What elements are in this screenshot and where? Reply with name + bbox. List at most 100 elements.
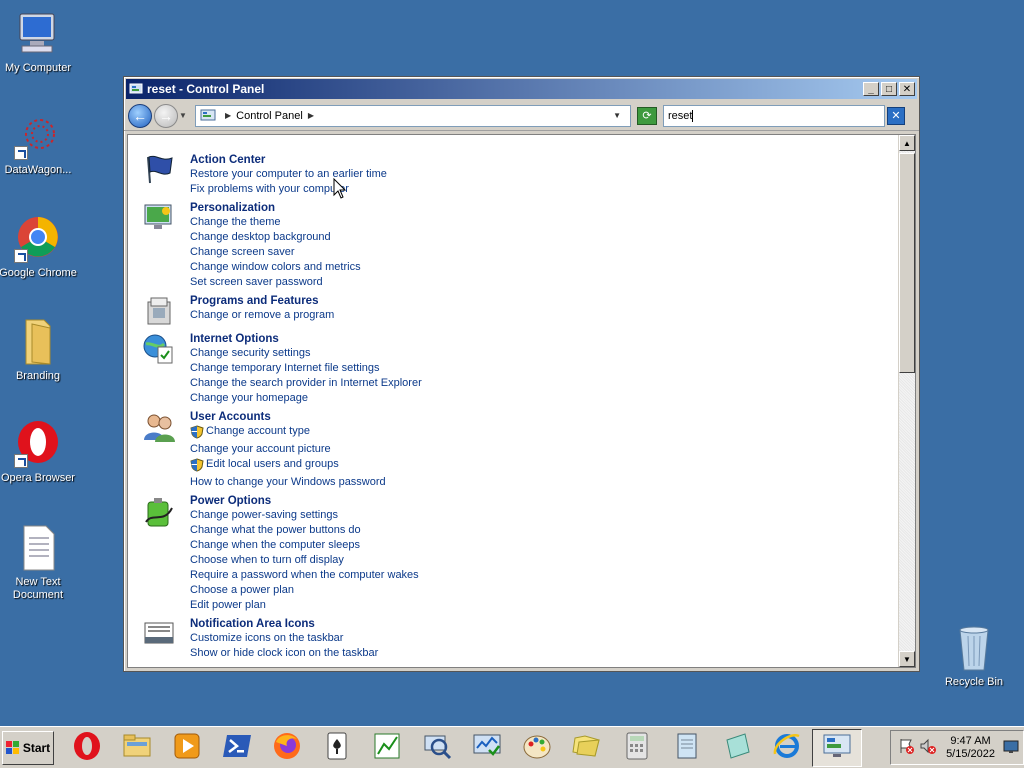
result-link[interactable]: Edit local users and groups	[190, 457, 898, 472]
taskbar-app-paint[interactable]	[512, 729, 562, 767]
taskbar-app-powershell[interactable]	[212, 729, 262, 767]
taskbar-icon[interactable]	[128, 617, 190, 661]
taskbar-app-folders[interactable]	[562, 729, 612, 767]
vertical-scrollbar[interactable]: ▲ ▼	[898, 135, 915, 667]
maximize-button[interactable]: □	[881, 82, 897, 96]
taskbar-app-task-monitor[interactable]	[462, 729, 512, 767]
clock[interactable]: 9:47 AM 5/15/2022	[946, 735, 995, 761]
result-link[interactable]: Choose a power plan	[190, 583, 898, 598]
volume-muted-icon[interactable]	[919, 737, 937, 758]
window-titlebar[interactable]: reset - Control Panel _ □ ✕	[126, 79, 917, 99]
desktop-icon-new-text-document[interactable]: New Text Document	[0, 524, 78, 602]
desktop-icon-datawagon[interactable]: DataWagon...	[0, 112, 78, 177]
result-group-title[interactable]: Internet Options	[190, 332, 898, 346]
control-panel-window[interactable]: reset - Control Panel _ □ ✕ ← → ▼ ▶ Cont…	[123, 76, 920, 672]
result-link[interactable]: Customize icons on the taskbar	[190, 631, 898, 646]
opera-icon	[71, 730, 103, 765]
result-link[interactable]: Change account type	[190, 424, 898, 439]
result-link[interactable]: Fix problems with your computer	[190, 182, 898, 197]
result-link[interactable]: Change security settings	[190, 346, 898, 361]
result-group-title[interactable]: User Accounts	[190, 410, 898, 424]
clear-search-button[interactable]: ✕	[887, 106, 905, 125]
action-center-flag-icon[interactable]	[897, 737, 915, 758]
desktop-icon-my-computer[interactable]: My Computer	[0, 10, 78, 75]
result-link[interactable]: Change screen saver	[190, 245, 898, 260]
scroll-up-button[interactable]: ▲	[899, 135, 915, 151]
chart-app-icon	[371, 730, 403, 765]
desktop-icon-opera-browser[interactable]: Opera Browser	[0, 420, 78, 485]
flag-icon[interactable]	[128, 153, 190, 197]
mouse-pointer-icon	[333, 178, 347, 199]
taskbar-app-media-player[interactable]	[162, 729, 212, 767]
taskbar-app-search-magnifier[interactable]	[412, 729, 462, 767]
show-desktop-icon[interactable]	[1003, 740, 1019, 757]
result-link[interactable]: Change power-saving settings	[190, 508, 898, 523]
result-link[interactable]: Edit power plan	[190, 598, 898, 613]
result-link[interactable]: Change the theme	[190, 215, 898, 230]
refresh-button[interactable]: ⟳	[637, 106, 657, 125]
desktop-icon-branding[interactable]: Branding	[0, 318, 78, 383]
users-icon[interactable]	[128, 410, 190, 490]
result-link[interactable]: Require a password when the computer wak…	[190, 568, 898, 583]
control-panel-icon	[821, 730, 853, 765]
result-group: Action Center Restore your computer to an…	[128, 153, 898, 197]
result-link-text: Change the search provider in Internet E…	[190, 377, 422, 389]
result-link[interactable]: Show or hide clock icon on the taskbar	[190, 646, 898, 661]
result-link[interactable]: Choose when to turn off display	[190, 553, 898, 568]
path-box[interactable]: ▶ Control Panel ▶ ▼	[195, 104, 631, 127]
recent-pages-dropdown[interactable]: ▼	[179, 111, 189, 120]
uac-shield-icon	[190, 424, 204, 439]
taskbar-app-control-panel[interactable]	[812, 728, 862, 767]
taskbar-app-solitaire[interactable]	[312, 729, 362, 767]
taskbar-apps	[62, 728, 862, 767]
back-button[interactable]: ←	[128, 103, 152, 128]
desktop-icon-label: New Text Document	[12, 576, 64, 601]
taskbar-app-notepad[interactable]	[662, 729, 712, 767]
result-link[interactable]: Change desktop background	[190, 230, 898, 245]
datawagon-icon	[14, 112, 62, 160]
search-input[interactable]: reset	[663, 104, 885, 127]
breadcrumb-chevron-icon[interactable]: ▶	[308, 111, 314, 120]
taskbar-app-opera[interactable]	[62, 729, 112, 767]
breadcrumb-control-panel[interactable]: Control Panel	[236, 110, 303, 122]
battery-icon[interactable]	[128, 494, 190, 613]
result-link[interactable]: Set screen saver password	[190, 275, 898, 290]
result-group-title[interactable]: Power Options	[190, 494, 898, 508]
result-link[interactable]: Restore your computer to an earlier time	[190, 167, 898, 182]
forward-button[interactable]: →	[154, 103, 178, 128]
taskbar-app-firefox[interactable]	[262, 729, 312, 767]
result-link[interactable]: Change temporary Internet file settings	[190, 361, 898, 376]
result-link[interactable]: Change what the power buttons do	[190, 523, 898, 538]
taskbar-app-internet-explorer[interactable]	[762, 729, 812, 767]
result-group-title[interactable]: Programs and Features	[190, 294, 898, 308]
task-monitor-icon	[471, 730, 503, 765]
result-link[interactable]: Change your homepage	[190, 391, 898, 406]
minimize-button[interactable]: _	[863, 82, 879, 96]
result-link[interactable]: Change window colors and metrics	[190, 260, 898, 275]
programs-icon[interactable]	[128, 294, 190, 328]
address-dropdown-icon[interactable]: ▼	[613, 111, 621, 120]
result-link[interactable]: Change or remove a program	[190, 308, 898, 323]
result-link-text: Change your homepage	[190, 392, 309, 404]
desktop-icon-google-chrome[interactable]: Google Chrome	[0, 215, 78, 280]
result-link[interactable]: Change your account picture	[190, 442, 898, 457]
result-group-title[interactable]: Action Center	[190, 153, 898, 167]
taskbar-app-chart-app[interactable]	[362, 729, 412, 767]
result-group-title[interactable]: Personalization	[190, 201, 898, 215]
taskbar-app-ink[interactable]	[712, 729, 762, 767]
result-group-title[interactable]: Notification Area Icons	[190, 617, 898, 631]
result-link-text: Show or hide clock icon on the taskbar	[190, 647, 379, 659]
desktop-icon-recycle-bin[interactable]: Recycle Bin	[934, 624, 1014, 689]
scroll-down-button[interactable]: ▼	[899, 651, 915, 667]
taskbar-app-explorer-folder[interactable]	[112, 729, 162, 767]
scroll-thumb[interactable]	[899, 153, 915, 373]
taskbar-app-calculator[interactable]	[612, 729, 662, 767]
result-link[interactable]: Change the search provider in Internet E…	[190, 376, 898, 391]
monitor-paint-icon[interactable]	[128, 201, 190, 290]
start-button[interactable]: Start	[2, 730, 54, 765]
globe-check-icon[interactable]	[128, 332, 190, 406]
close-button[interactable]: ✕	[899, 82, 915, 96]
result-link[interactable]: Change when the computer sleeps	[190, 538, 898, 553]
breadcrumb-chevron-icon[interactable]: ▶	[225, 111, 231, 120]
result-link[interactable]: How to change your Windows password	[190, 475, 898, 490]
